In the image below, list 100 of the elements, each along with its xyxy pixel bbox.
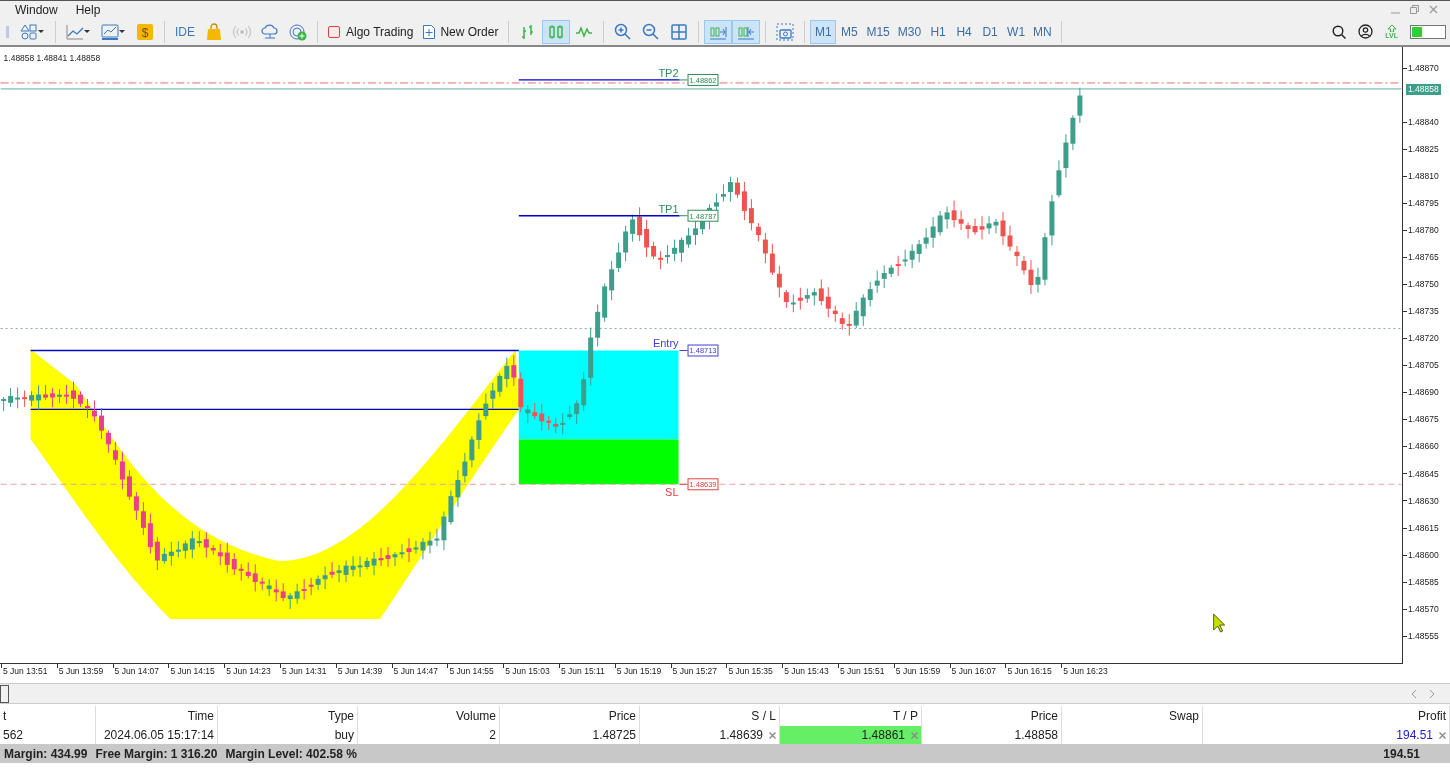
time-tick: 5 Jun 14:15 <box>170 665 215 678</box>
document-plus-icon <box>423 24 436 39</box>
time-tick: 5 Jun 13:51 <box>3 665 48 678</box>
price-tick: 1.48615 <box>1408 521 1439 535</box>
restore-icon[interactable] <box>1410 5 1419 14</box>
close-icon[interactable] <box>769 731 776 739</box>
time-tick: 5 Jun 16:23 <box>1063 665 1108 678</box>
timeframe-tab[interactable]: H4 <box>951 19 978 44</box>
price-tick: 1.48735 <box>1408 305 1439 318</box>
zoom-out-icon <box>642 22 661 41</box>
objects-icon <box>20 22 38 41</box>
table-cell-text: 1.48858 <box>1014 727 1058 744</box>
account-icon[interactable] <box>1358 24 1374 39</box>
column-header[interactable]: Swap <box>1168 707 1199 725</box>
menu-item[interactable]: Window <box>15 0 58 19</box>
column-header[interactable]: S / L <box>751 707 776 725</box>
ide-button[interactable]: IDE <box>170 19 200 44</box>
account-summary: Margin: 434.99 <box>4 745 88 763</box>
candlestick-button[interactable] <box>542 19 571 44</box>
time-tick: 5 Jun 16:07 <box>951 665 997 678</box>
time-tick: 5 Jun 15:11 <box>561 665 605 678</box>
caret-icon[interactable] <box>119 29 126 34</box>
time-tick: 5 Jun 15:59 <box>895 665 941 678</box>
price-tick: 1.48555 <box>1408 629 1439 643</box>
autoscroll-button[interactable] <box>704 19 733 44</box>
timeframe-tab[interactable]: M1 <box>810 19 837 44</box>
level-label: SL <box>665 486 679 499</box>
time-tick: 5 Jun 15:35 <box>728 665 773 678</box>
table-cell-text: 2 <box>489 727 496 744</box>
scroll-right-icon[interactable] <box>1429 689 1434 698</box>
time-tick: 5 Jun 15:03 <box>505 665 550 678</box>
menu-item[interactable]: Help <box>75 0 101 19</box>
price-tick: 1.48750 <box>1408 278 1439 291</box>
mouse-pointer-icon <box>1213 613 1226 633</box>
up-arrow-icon <box>1387 24 1396 32</box>
timeframe-tab[interactable]: W1 <box>1003 19 1030 44</box>
dollar-button[interactable]: $ <box>131 19 159 44</box>
table-cell-text: buy <box>334 727 354 744</box>
timeframe-tab[interactable]: M30 <box>893 19 926 44</box>
column-header[interactable]: t <box>3 707 7 725</box>
close-icon[interactable] <box>1439 731 1446 739</box>
connection-bar <box>1410 24 1446 39</box>
chart-shift-button[interactable] <box>732 19 761 44</box>
algo-trading-button[interactable]: Algo Trading <box>323 19 419 44</box>
price-tick: 1.48570 <box>1408 602 1439 616</box>
timeframe-tab[interactable]: MN <box>1029 19 1056 44</box>
close-icon[interactable] <box>911 731 918 739</box>
caret-icon[interactable] <box>38 29 45 34</box>
new-order-button[interactable]: New Order <box>418 19 504 44</box>
table-cell-text: 2024.06.05 15:17:14 <box>103 727 214 744</box>
scroll-left-icon[interactable] <box>1412 689 1417 698</box>
price-tick: 1.48600 <box>1408 548 1439 562</box>
search-icon[interactable] <box>1332 24 1347 39</box>
table-cell-text: 194.51 <box>1396 727 1433 744</box>
time-tick: 5 Jun 14:39 <box>337 665 383 678</box>
time-tick: 5 Jun 14:47 <box>393 665 439 678</box>
price-tick: 1.48585 <box>1408 575 1439 589</box>
time-tick: 5 Jun 14:23 <box>226 665 271 678</box>
column-header[interactable]: Time <box>187 707 214 725</box>
indicators-icon <box>66 22 84 41</box>
table-cell-text: 1.48861 <box>861 727 905 744</box>
time-tick: 5 Jun 15:19 <box>616 665 662 678</box>
time-tick: 5 Jun 14:55 <box>449 665 494 678</box>
table-cell-text: 562 <box>3 727 24 744</box>
price-tick: 1.48675 <box>1408 413 1439 427</box>
level-label: Entry <box>652 337 679 350</box>
ohlc-readout: 1.48858 1.48841 1.48858 <box>3 53 101 63</box>
time-tick: 5 Jun 13:59 <box>58 665 104 678</box>
price-tick: 1.48810 <box>1408 169 1439 183</box>
globe-plus-icon <box>289 22 307 41</box>
shopping-bag-icon <box>205 22 223 41</box>
price-tick: 1.48780 <box>1408 224 1439 237</box>
timeframe-tab[interactable]: M5 <box>836 19 863 44</box>
column-header[interactable]: Volume <box>455 707 496 725</box>
column-header[interactable]: T / P <box>892 707 918 725</box>
level-label: TP1 <box>658 202 679 215</box>
price-tick: 1.48795 <box>1408 196 1439 210</box>
timeframe-tab[interactable]: M15 <box>862 19 894 44</box>
price-tick: 1.48690 <box>1408 386 1439 400</box>
table-cell-text: 1.48639 <box>719 727 763 744</box>
price-tick: 1.48630 <box>1408 494 1439 508</box>
price-tick: 1.48660 <box>1408 440 1439 454</box>
table-cell-text: 1.48725 <box>592 727 636 744</box>
account-summary: Margin Level: 402.58 % <box>225 745 357 763</box>
timeframe-tab[interactable]: D1 <box>977 19 1004 44</box>
timeframe-tab[interactable]: H1 <box>925 19 952 44</box>
screenshot-icon <box>776 22 795 41</box>
price-tick: 1.48645 <box>1408 467 1439 481</box>
column-header[interactable]: Profit <box>1418 707 1446 725</box>
column-header[interactable]: Price <box>1030 707 1058 725</box>
scrollbar-box[interactable] <box>0 684 9 703</box>
caret-icon[interactable] <box>84 29 91 34</box>
column-header[interactable]: Type <box>328 707 354 725</box>
close-icon[interactable] <box>1429 5 1438 14</box>
time-tick: 5 Jun 15:51 <box>840 665 885 678</box>
time-tick: 5 Jun 16:15 <box>1007 665 1052 678</box>
candlestick-icon <box>547 22 566 41</box>
price-tick: 1.48765 <box>1408 251 1439 264</box>
column-header[interactable]: Price <box>608 707 636 725</box>
level-label: TP2 <box>658 66 679 79</box>
